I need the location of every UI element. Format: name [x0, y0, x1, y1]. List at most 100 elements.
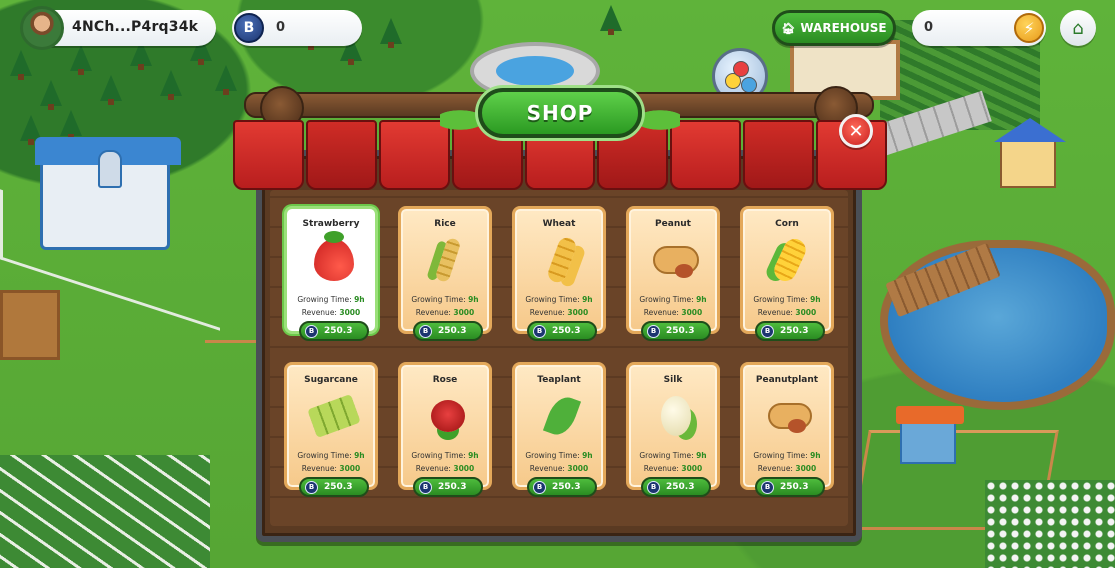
buy-button[interactable]: B 250.3	[413, 321, 483, 341]
growing-time: Growing Time: 9h	[297, 295, 365, 304]
growing-time: Growing Time: 9h	[753, 451, 821, 460]
rose-icon	[431, 400, 465, 432]
shop-item-rice[interactable]: Rice Growing Time: 9h Revenue: 3000 B 250…	[398, 206, 492, 341]
revenue: Revenue: 3000	[757, 464, 817, 473]
lightning-icon: ⚡︎	[1014, 13, 1044, 43]
buy-button[interactable]: B 250.3	[755, 321, 825, 341]
token-icon: B	[419, 324, 432, 338]
item-name: Strawberry	[302, 219, 360, 229]
shop-item-peanut[interactable]: Peanut Growing Time: 9h Revenue: 3000 B2…	[626, 206, 720, 341]
growing-time: Growing Time: 9h	[639, 295, 707, 304]
revenue: Revenue: 3000	[529, 308, 589, 317]
shop-item-wheat[interactable]: Wheat Growing Time: 9h Revenue: 3000 B 25…	[512, 206, 606, 341]
shop-item-strawberry[interactable]: Strawberry Growing Time: 9h Revenue: 300…	[284, 206, 378, 341]
token-icon: B	[305, 324, 318, 338]
revenue: Revenue: 3000	[415, 308, 475, 317]
token-balance-pill[interactable]: B 0	[232, 10, 362, 46]
warehouse-icon: 🏠︎	[781, 21, 796, 35]
dirt-plot	[0, 290, 60, 360]
buy-button[interactable]: B 250.3	[527, 321, 597, 341]
revenue: Revenue: 3000	[415, 464, 475, 473]
item-name: Teaplant	[537, 375, 581, 385]
shop-item-grid: Strawberry Growing Time: 9h Revenue: 300…	[284, 206, 840, 506]
avatar[interactable]	[20, 6, 64, 50]
tree	[40, 80, 62, 110]
growing-time: Growing Time: 9h	[639, 451, 707, 460]
token-icon: B	[533, 324, 546, 338]
token-icon: B	[305, 480, 318, 494]
shop-item-rose[interactable]: Rose Growing Time: 9h Revenue: 3000 B 250…	[398, 362, 492, 497]
cotton-field	[985, 480, 1115, 568]
shop-item-corn[interactable]: Corn Growing Time: 9h Revenue: 3000 B 250…	[740, 206, 834, 341]
growing-time: Growing Time: 9h	[411, 451, 479, 460]
pond	[880, 240, 1115, 410]
silo	[98, 150, 122, 188]
energy-balance: 0	[924, 20, 934, 35]
shop-item-silk[interactable]: Silk Growing Time: 9h Revenue: 3000 B 250…	[626, 362, 720, 497]
item-name: Wheat	[542, 219, 576, 229]
teaplant-icon	[542, 392, 582, 440]
player-badge[interactable]: 4NCh...P4rq34k	[20, 6, 216, 50]
close-icon: ✕	[848, 120, 864, 142]
tree	[100, 75, 122, 105]
shop-item-sugarcane[interactable]: Sugarcane Growing Time: 9h Revenue: 3000…	[284, 362, 378, 497]
tree	[600, 5, 622, 35]
item-name: Corn	[775, 219, 799, 229]
shop-item-teaplant[interactable]: Teaplant Growing Time: 9h Revenue: 3000 …	[512, 362, 606, 497]
tree	[380, 18, 402, 48]
item-name: Rose	[432, 375, 458, 385]
token-icon: B	[234, 13, 264, 43]
buy-button[interactable]: B 250.3	[755, 477, 825, 497]
revenue: Revenue: 3000	[301, 308, 361, 317]
shop-item-peanutplant[interactable]: Peanutplant Growing Time: 9h Revenue: 30…	[740, 362, 834, 497]
token-icon: B	[761, 480, 774, 494]
sugarcane-icon	[307, 394, 361, 438]
rice-icon	[434, 236, 462, 284]
warehouse-button[interactable]: 🏠︎ WAREHOUSE	[772, 10, 896, 46]
tree	[215, 65, 237, 95]
token-icon: B	[533, 480, 546, 494]
item-name: Peanut	[655, 219, 691, 229]
home-icon: ⌂	[1072, 17, 1084, 39]
close-button[interactable]: ✕	[839, 114, 873, 148]
wheat-icon	[545, 235, 579, 285]
tree	[160, 70, 182, 100]
player-name: 4NCh...P4rq34k	[72, 19, 199, 35]
growing-time: Growing Time: 9h	[753, 295, 821, 304]
growing-time: Growing Time: 9h	[525, 451, 593, 460]
farmhouse	[994, 118, 1066, 188]
growing-time: Growing Time: 9h	[297, 451, 365, 460]
tree	[70, 45, 92, 75]
token-icon: B	[647, 480, 660, 494]
buy-button[interactable]: B 250.3	[299, 321, 369, 341]
buy-button[interactable]: B 250.3	[413, 477, 483, 497]
tree	[10, 50, 32, 80]
buy-button[interactable]: B 250.3	[641, 477, 711, 497]
growing-time: Growing Time: 9h	[525, 295, 593, 304]
item-name: Peanutplant	[755, 375, 819, 385]
strawberry-icon	[314, 239, 354, 281]
growing-time: Growing Time: 9h	[411, 295, 479, 304]
revenue: Revenue: 3000	[643, 464, 703, 473]
tree	[60, 110, 82, 140]
item-name: Silk	[663, 375, 683, 385]
item-name: Rice	[434, 219, 456, 229]
buy-button[interactable]: B 250.3	[527, 477, 597, 497]
token-icon: B	[761, 324, 774, 338]
home-button[interactable]: ⌂	[1060, 10, 1096, 46]
peanut-icon	[653, 246, 699, 278]
energy-balance-pill[interactable]: 0 ⚡︎	[912, 10, 1046, 46]
shop-title: SHOP	[478, 88, 642, 138]
revenue: Revenue: 3000	[529, 464, 589, 473]
peanutplant-icon	[768, 403, 812, 433]
revenue: Revenue: 3000	[757, 308, 817, 317]
buy-button[interactable]: B 250.3	[299, 477, 369, 497]
buy-button[interactable]: B 250.3	[641, 321, 711, 341]
silk-icon	[661, 396, 691, 436]
revenue: Revenue: 3000	[643, 308, 703, 317]
doghouse	[896, 406, 964, 464]
revenue: Revenue: 3000	[301, 464, 361, 473]
token-icon: B	[419, 480, 432, 494]
cotton-field	[0, 455, 210, 568]
warehouse-label: WAREHOUSE	[800, 21, 887, 35]
